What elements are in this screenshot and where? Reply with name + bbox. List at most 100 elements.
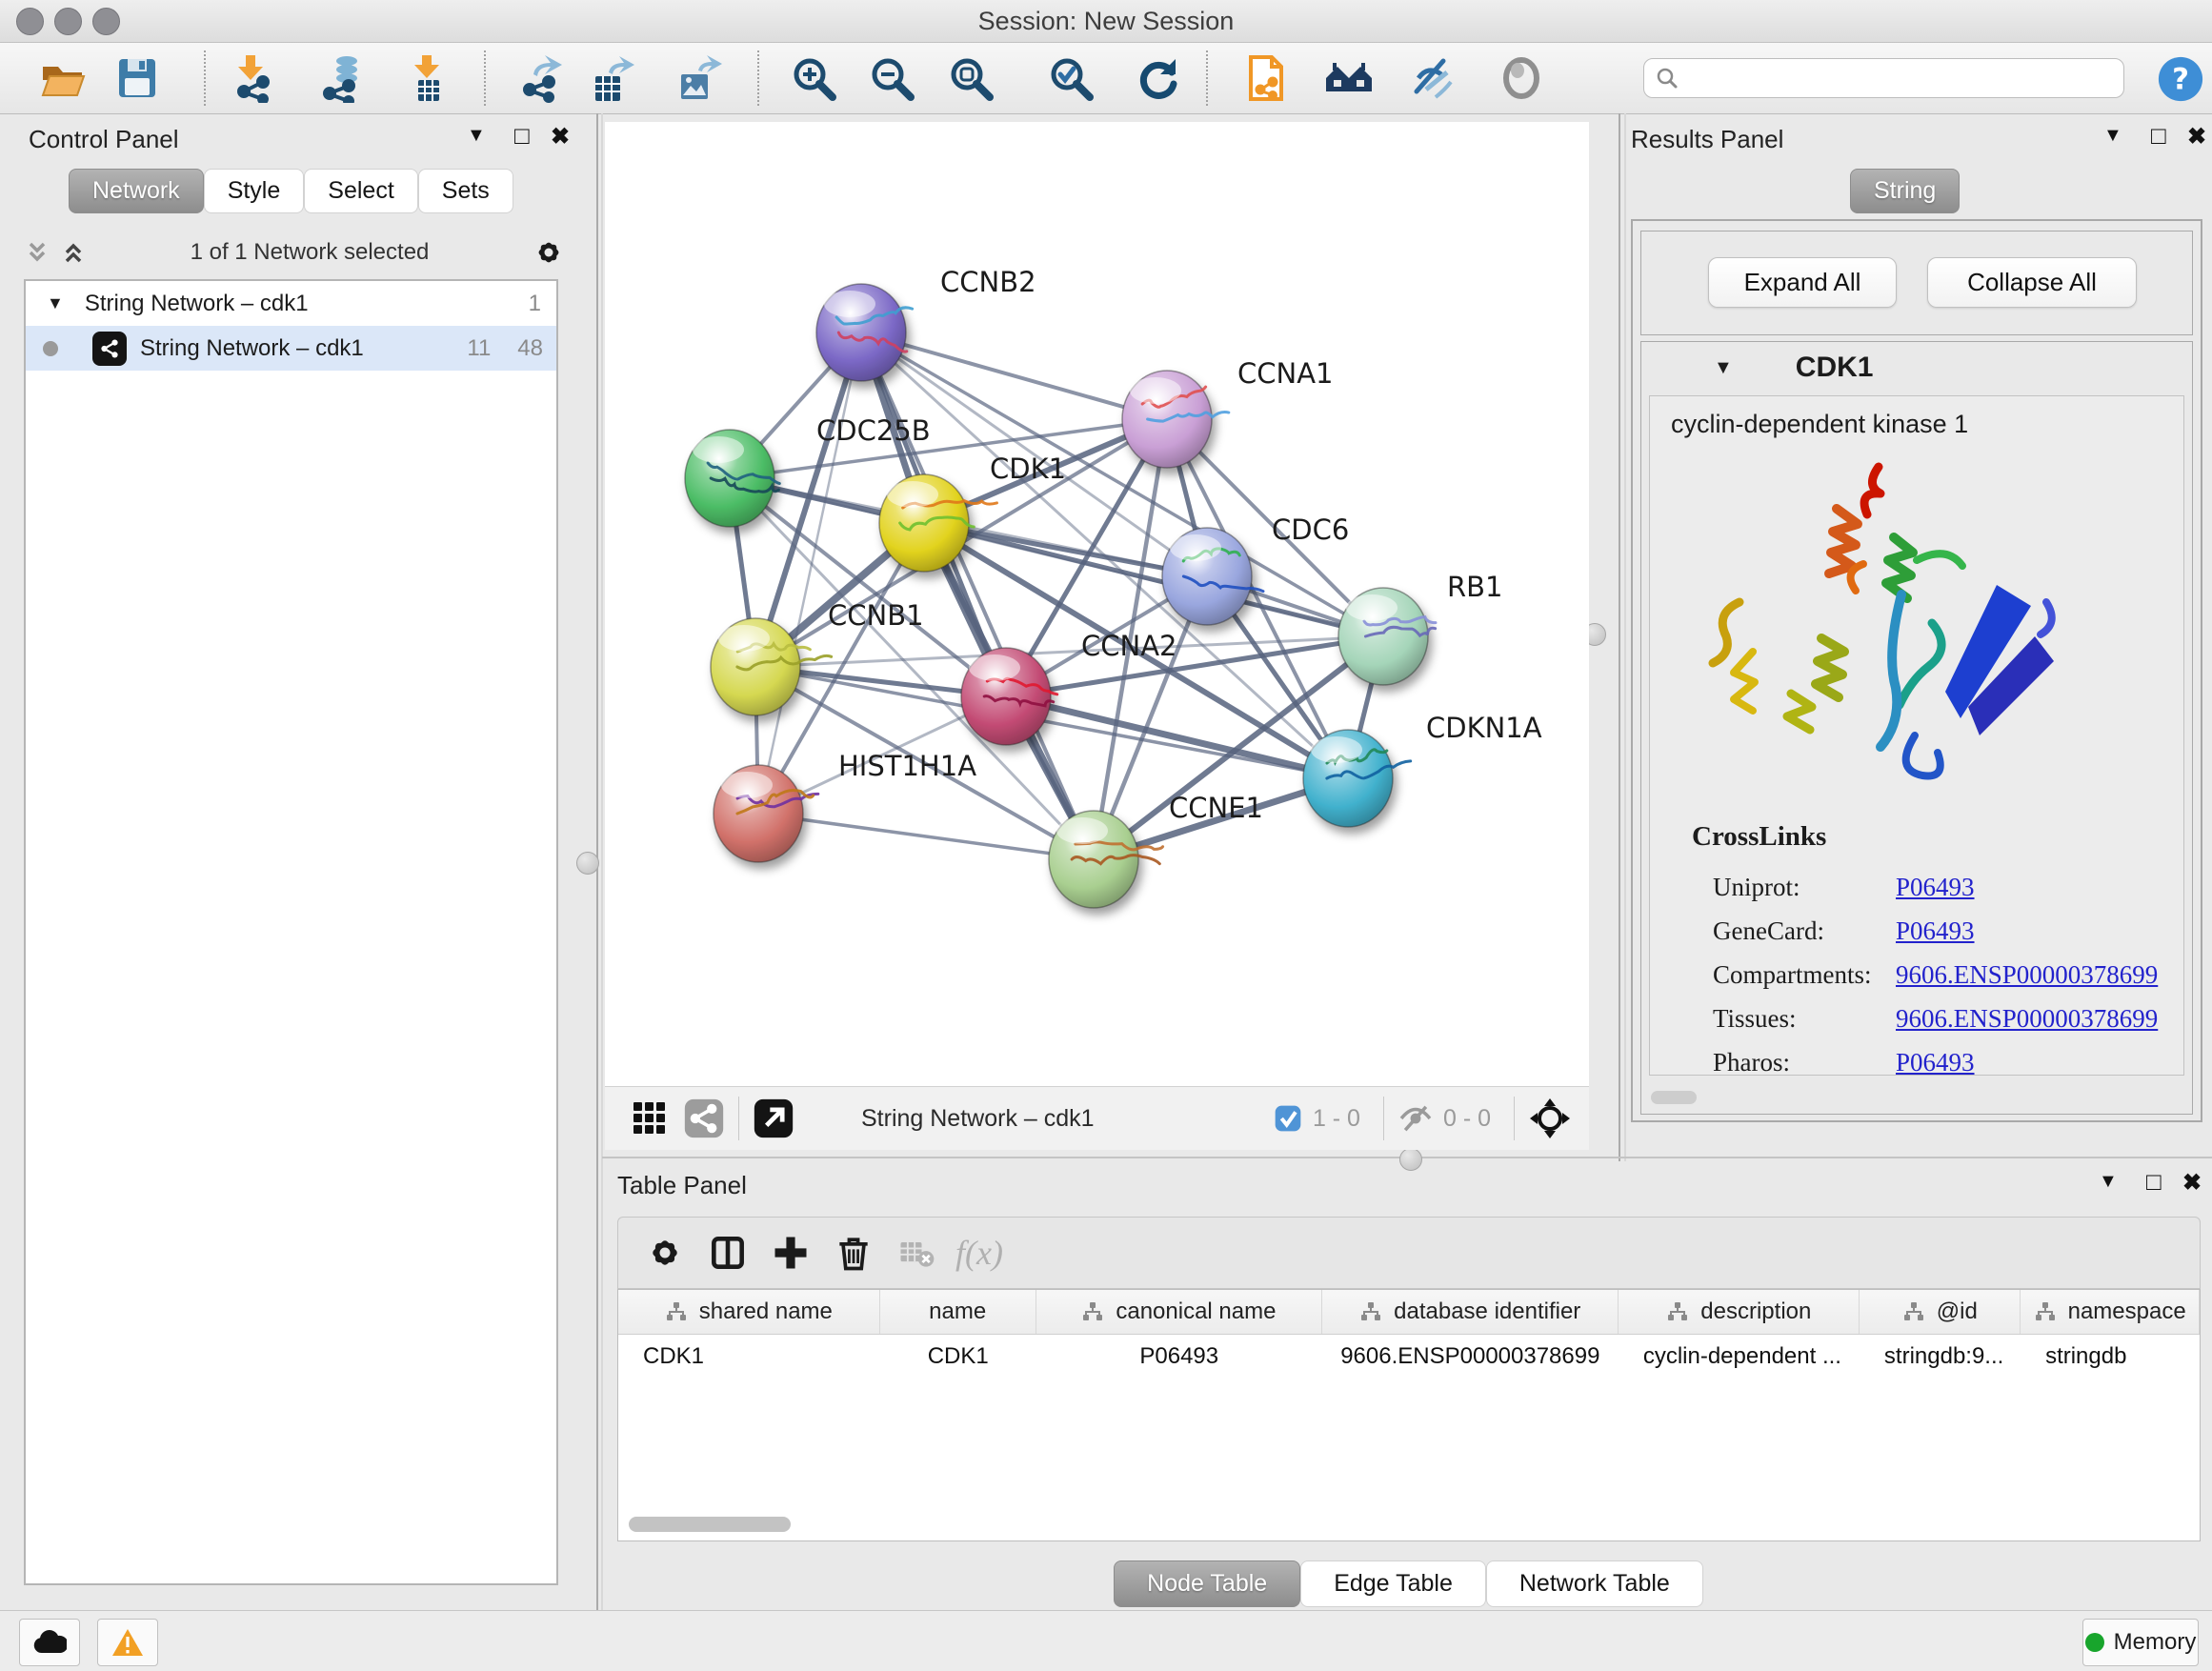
tab-network[interactable]: Network <box>69 169 204 213</box>
glass-ball-disabled-icon[interactable] <box>1497 53 1546 103</box>
network-node-CCNA1[interactable]: CCNA1 <box>1122 357 1333 468</box>
zoom-in-button[interactable] <box>789 53 838 103</box>
hidden-eye-slash-icon[interactable] <box>1398 1102 1434 1135</box>
cdk1-section-header[interactable]: ▼ CDK1 <box>1641 342 2192 393</box>
tree-expander-icon[interactable]: ▼ <box>47 293 64 313</box>
table-panel-float-icon[interactable]: □ <box>2146 1167 2162 1197</box>
crosslink-value[interactable]: 9606.ENSP00000378699 <box>1896 1004 2158 1033</box>
table-panel-close-icon[interactable]: ✖ <box>2182 1169 2202 1197</box>
cloud-status-button[interactable] <box>19 1619 80 1666</box>
left-splitter-handle[interactable] <box>576 852 599 875</box>
show-columns-icon[interactable] <box>696 1226 759 1279</box>
control-panel-close-icon[interactable]: ✖ <box>551 123 570 151</box>
import-table-button[interactable] <box>403 53 452 103</box>
string-import-button[interactable] <box>1241 53 1291 103</box>
cell-databaseidentifier[interactable]: 9606.ENSP00000378699 <box>1322 1335 1619 1379</box>
toolbar-separator <box>484 50 486 106</box>
network-node-CCNB2[interactable]: CCNB2 <box>816 266 1036 381</box>
expand-collapse-bar: Expand All Collapse All <box>1640 231 2193 335</box>
column-header-databaseidentifier[interactable]: database identifier <box>1322 1290 1619 1334</box>
network-node-RB1[interactable]: RB1 <box>1338 571 1503 685</box>
import-network-database-button[interactable] <box>316 53 366 103</box>
control-panel-float-icon[interactable]: □ <box>514 121 530 151</box>
expand-all-chevrons-icon[interactable] <box>59 238 88 267</box>
results-panel-menu-icon[interactable]: ▼ <box>2103 125 2122 147</box>
column-header-description[interactable]: description <box>1619 1290 1860 1334</box>
crosslink-value[interactable]: P06493 <box>1896 873 1975 901</box>
enhanced-graphics-button[interactable] <box>1407 53 1457 103</box>
results-panel-float-icon[interactable]: □ <box>2151 121 2166 151</box>
import-network-file-button[interactable] <box>227 53 276 103</box>
add-column-plus-icon[interactable] <box>759 1226 822 1279</box>
pan-crosshair-icon[interactable] <box>1528 1097 1572 1140</box>
crosslink-value[interactable]: 9606.ENSP00000378699 <box>1896 960 2158 989</box>
column-header-namespace[interactable]: namespace <box>2021 1290 2200 1334</box>
zoom-fit-button[interactable] <box>946 53 995 103</box>
control-panel-menu-icon[interactable]: ▼ <box>467 125 486 147</box>
column-header-name[interactable]: name <box>880 1290 1036 1334</box>
cell-sharedname[interactable]: CDK1 <box>618 1335 880 1379</box>
cell-description[interactable]: cyclin-dependent ... <box>1619 1335 1860 1379</box>
network-collection-row[interactable]: ▼ String Network – cdk1 1 <box>26 281 556 326</box>
table-panel-menu-icon[interactable]: ▼ <box>2099 1171 2118 1193</box>
cell-canonicalname[interactable]: P06493 <box>1036 1335 1322 1379</box>
cdk1-expander-icon[interactable]: ▼ <box>1714 357 1733 379</box>
table-hscrollbar-thumb[interactable] <box>629 1517 791 1532</box>
tab-select[interactable]: Select <box>304 169 417 213</box>
cell-name[interactable]: CDK1 <box>880 1335 1036 1379</box>
network-edge-HIST1H1A-CCNE1[interactable] <box>758 814 1094 859</box>
delete-column-trash-icon[interactable] <box>822 1226 885 1279</box>
grid-view-icon[interactable] <box>630 1098 670 1138</box>
search-field[interactable] <box>1643 58 2124 98</box>
export-network-button[interactable] <box>516 53 566 103</box>
network-edge-CCNB2-HIST1H1A[interactable] <box>758 332 861 814</box>
tab-network-table[interactable]: Network Table <box>1486 1560 1703 1607</box>
network-type-icon <box>92 332 127 366</box>
results-hscrollbar-thumb[interactable] <box>1651 1091 1697 1104</box>
tab-string[interactable]: String <box>1850 169 1960 213</box>
tab-style[interactable]: Style <box>204 169 305 213</box>
table-hscrollbar[interactable] <box>621 1515 2195 1534</box>
column-header-sharedname[interactable]: shared name <box>618 1290 880 1334</box>
tab-node-table[interactable]: Node Table <box>1114 1560 1300 1607</box>
tab-sets[interactable]: Sets <box>418 169 513 213</box>
table-data-row[interactable]: CDK1CDK1P064939606.ENSP00000378699cyclin… <box>618 1335 2200 1379</box>
network-view-mode-icon[interactable] <box>683 1097 725 1139</box>
export-image-button[interactable] <box>674 53 723 103</box>
network-node-HIST1H1A[interactable]: HIST1H1A <box>714 750 976 862</box>
crosslink-value[interactable]: P06493 <box>1896 1048 1975 1077</box>
crosslink-value[interactable]: P06493 <box>1896 916 1975 945</box>
network-options-gear-icon[interactable] <box>532 235 566 270</box>
network-node-count: 11 <box>467 335 491 362</box>
function-builder-button[interactable]: f(x) <box>948 1226 1011 1279</box>
search-input[interactable] <box>1680 64 2123 92</box>
column-header-canonicalname[interactable]: canonical name <box>1036 1290 1322 1334</box>
expand-all-button[interactable]: Expand All <box>1708 257 1897 308</box>
memory-button[interactable]: Memory <box>2082 1619 2199 1666</box>
column-header-id[interactable]: @id <box>1860 1290 2021 1334</box>
selected-checkbox-icon[interactable] <box>1273 1103 1303 1134</box>
network-node-CDC6[interactable]: CDC6 <box>1162 513 1349 625</box>
table-settings-gear-icon[interactable] <box>633 1226 696 1279</box>
export-table-button[interactable] <box>588 53 637 103</box>
network-canvas[interactable]: CCNB2CCNA1CDC25BCDK1CDC6RB1CCNB1CCNA2CDK… <box>605 122 1589 1086</box>
open-in-new-window-icon[interactable] <box>753 1097 794 1139</box>
delete-table-icon[interactable] <box>885 1226 948 1279</box>
open-session-button[interactable] <box>38 53 88 103</box>
collapse-all-button[interactable]: Collapse All <box>1927 257 2137 308</box>
results-panel-close-icon[interactable]: ✖ <box>2187 123 2206 151</box>
tab-edge-table[interactable]: Edge Table <box>1300 1560 1486 1607</box>
zoom-out-button[interactable] <box>867 53 916 103</box>
warning-status-button[interactable] <box>97 1619 158 1666</box>
home-confidence-button[interactable] <box>1324 53 1374 103</box>
network-row-selected[interactable]: String Network – cdk1 11 48 <box>26 326 556 371</box>
refresh-layout-button[interactable] <box>1134 53 1183 103</box>
cell-namespace[interactable]: stringdb <box>2021 1335 2200 1379</box>
right-splitter[interactable] <box>1619 113 1620 1161</box>
network-node-CDKN1A[interactable]: CDKN1A <box>1303 712 1542 827</box>
help-button[interactable]: ? <box>2157 55 2204 103</box>
collapse-all-chevrons-icon[interactable] <box>23 238 51 267</box>
cell-id[interactable]: stringdb:9... <box>1860 1335 2021 1379</box>
save-session-button[interactable] <box>112 53 162 103</box>
zoom-selected-button[interactable] <box>1046 53 1096 103</box>
